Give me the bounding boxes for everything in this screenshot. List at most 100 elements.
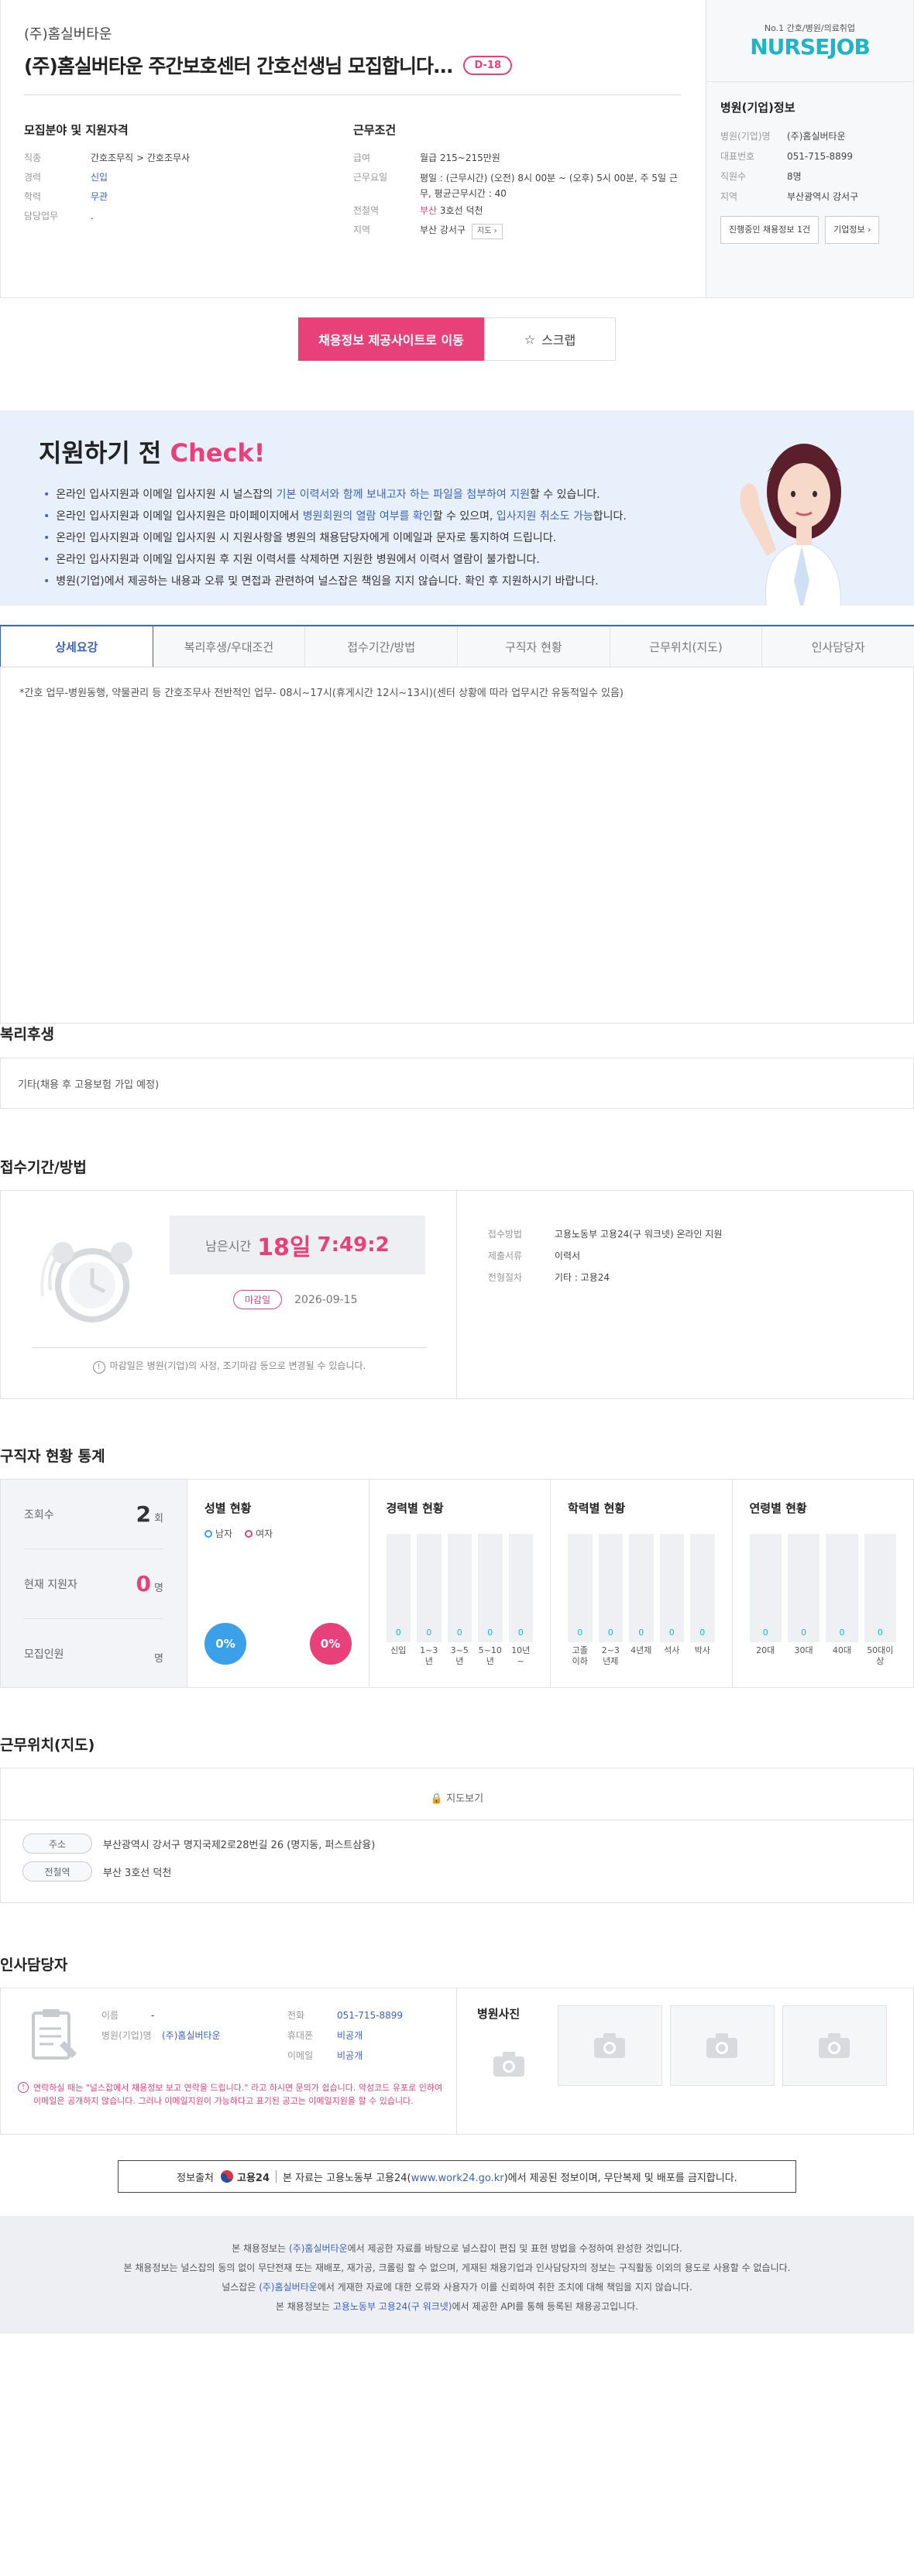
female-percent: 0% (309, 1623, 352, 1665)
stat-bar: 0 (690, 1534, 715, 1642)
photo-slot[interactable] (557, 2005, 662, 2086)
value: 0 (136, 1571, 152, 1597)
taegeuk-icon (221, 2170, 234, 2183)
value: 8명 (787, 171, 802, 182)
stat-bar: 0 (417, 1534, 442, 1642)
camera-icon (493, 2052, 524, 2077)
tab-applicants[interactable]: 구직자 현황 (458, 626, 610, 667)
check-banner: 지원하기 전 Check! 온라인 입사지원과 이메일 입사지원 시 널스잡의 … (0, 410, 914, 605)
address-row: 주소 부산광역시 강서구 명지국제2로28번길 26 (명지동, 퍼스트삼융) (22, 1833, 375, 1854)
work24-logo: 고용24 (220, 2170, 270, 2184)
manager-contact: 이름 - 병원(기업)명 (주)홈실버타운 전화 051-715-8899 휴대폰 비공… (1, 1988, 457, 2134)
stat-bar-label: 신입 (390, 1645, 407, 1655)
value: 신입 (91, 172, 108, 183)
tab-location[interactable]: 근무위치(지도) (610, 626, 763, 667)
stat-bar: 0 (787, 1534, 820, 1642)
recruit-row: 학력 무관 (24, 187, 353, 207)
footer-line: 본 채용정보는 고용노동부 고용24(구 워크넷)에서 제공한 API를 통해 … (0, 2297, 914, 2317)
stat-bar-label: 20대 (756, 1645, 775, 1655)
footer-company-link[interactable]: (주)홈실버타운 (289, 2243, 348, 2254)
stat-bar-value: 0 (762, 1628, 768, 1638)
salary-row: 급여 월급 215~215만원 (353, 149, 682, 168)
welfare-box: 기타(채용 후 고용보험 가입 예정) (0, 1058, 914, 1109)
apply-site-button[interactable]: 채용정보 제공사이트로 이동 (298, 317, 484, 361)
age-labels: 20대 30대 40대 50대이상 (750, 1645, 897, 1667)
check-item: 온라인 입사지원과 이메일 입사지원은 마이페이지에서 병원회원의 열람 여부를… (43, 506, 627, 527)
check-item: 온라인 입사지원과 이메일 입사지원 후 지원 이력서를 삭제하면 지원한 병원… (43, 549, 627, 571)
star-icon: ☆ (524, 331, 536, 347)
company-info-button[interactable]: 기업정보 › (825, 216, 880, 244)
recruit-info: 모집분야 및 지원자격 직종 간호조무직 > 간호조무사 경력 신입 학력 무관 담당… (24, 122, 353, 240)
label: 병원(기업)명 (101, 2030, 152, 2041)
stat-bar: 0 (568, 1534, 593, 1642)
age-title: 연령별 현황 (749, 1501, 807, 1515)
footer-company-link[interactable]: (주)홈실버타운 (259, 2282, 318, 2293)
scrap-label: 스크랩 (541, 333, 576, 348)
label: 직원수 (720, 171, 747, 182)
receipt-timer: 남은시간 18일 7:49:2 마감일 2026-09-15 ! 마감일은 병원(… (1, 1191, 457, 1398)
scrap-button[interactable]: ☆ 스크랩 (484, 317, 616, 361)
legend-label: 남자 (215, 1528, 233, 1539)
company-row: 대표번호 051-715-8899 (720, 146, 899, 166)
camera-icon (594, 2033, 626, 2058)
label: 이메일 (287, 2050, 314, 2061)
footer-work24-link[interactable]: 고용노동부 고용24(구 워크넷) (333, 2301, 452, 2312)
value: 고용노동부 고용24(구 워크넷) 온라인 지원 (554, 1229, 723, 1240)
stat-applicants: 현재 지원자 0 명 (24, 1549, 163, 1619)
manager-name-row: 이름 - (101, 2005, 154, 2025)
stat-bar-value: 0 (877, 1628, 883, 1638)
active-jobs-button[interactable]: 진행중인 채용정보 1건 (720, 216, 820, 244)
check-title-highlight: Check! (170, 438, 266, 468)
company-name[interactable]: (주)홈실버타운 (24, 23, 682, 43)
divider (276, 2170, 277, 2183)
days-row: 근무요일 평일 : (근무시간) (오전) 8시 00분 ~ (오후) 5시 00… (353, 168, 682, 201)
age-stats: 연령별 현황 0 0 0 0 20대 30대 40대 50대이상 (731, 1480, 914, 1687)
value: 평일 : (근무시간) (오전) 8시 00분 ~ (오후) 5시 00분, 주… (420, 173, 678, 199)
gender-legend: 남자 여자 (204, 1527, 352, 1540)
recruit-row: 경력 신입 (24, 168, 353, 187)
stat-bar-value: 0 (456, 1628, 462, 1638)
value: 이력서 (554, 1250, 581, 1261)
manager-hospital-row: 병원(기업)명 (주)홈실버타운 (101, 2025, 221, 2046)
nursejob-logo[interactable]: No.1 간호/병원/의료취업 NURSEJOB (706, 22, 913, 82)
label: 근무요일 (353, 172, 388, 183)
tab-manager[interactable]: 인사담당자 (762, 626, 914, 667)
value: 간호조무직 > 간호조무사 (91, 153, 191, 163)
stats-title: 구직자 현황 통계 (0, 1448, 105, 1465)
check-text: 온라인 입사지원과 이메일 입사지원은 마이페이지에서 (56, 510, 303, 523)
photo-slot[interactable] (669, 2005, 775, 2086)
stat-bar: 0 (659, 1534, 684, 1642)
deadline-date: 2026-09-15 (294, 1293, 358, 1306)
stat-bar: 0 (598, 1534, 623, 1642)
unit: 명 (154, 1583, 163, 1594)
legend-male: 남자 (204, 1527, 232, 1540)
stat-bar-value: 0 (577, 1628, 583, 1638)
map-view-button[interactable]: 🔒 지도보기 (1, 1790, 913, 1805)
female-dot-icon (245, 1530, 253, 1538)
label: 모집인원 (24, 1648, 64, 1661)
receipt-method: 접수방법 고용노동부 고용24(구 워크넷) 온라인 지원 제출서류 이력서 전형절… (457, 1191, 913, 1398)
value: - (151, 2010, 155, 2021)
check-highlight: 기본 이력서와 함께 보내고자 하는 파일을 첨부하여 지원 (276, 489, 530, 501)
edu-bars: 0 0 0 0 0 (568, 1534, 715, 1642)
tab-receipt[interactable]: 접수기간/방법 (305, 626, 459, 667)
tab-welfare[interactable]: 복리후생/우대조건 (153, 626, 306, 667)
source-url-link[interactable]: www.work24.go.kr (411, 2173, 504, 2184)
photo-slot[interactable] (782, 2005, 887, 2086)
label: 지역 (720, 191, 738, 202)
label: 학력 (24, 191, 42, 202)
label: 전화 (287, 2010, 305, 2021)
career-title: 경력별 현황 (386, 1501, 444, 1515)
label: 지역 (353, 225, 371, 235)
chevron-right-icon: › (493, 227, 497, 235)
deadline: 마감일 2026-09-15 (233, 1290, 358, 1309)
value: 비공개 (337, 2050, 363, 2061)
address-value: 부산광역시 강서구 명지국제2로28번길 26 (명지동, 퍼스트삼융) (103, 1839, 376, 1851)
footer-text: 본 채용정보는 (275, 2301, 333, 2312)
tab-detail[interactable]: 상세요강 (0, 626, 153, 667)
location-title: 근무위치(지도) (0, 1737, 95, 1754)
male-dot-icon (204, 1530, 212, 1538)
warning-icon: ! (18, 2082, 29, 2093)
map-button[interactable]: 지도 › (472, 224, 503, 239)
value[interactable]: 051-715-8899 (337, 2005, 403, 2025)
